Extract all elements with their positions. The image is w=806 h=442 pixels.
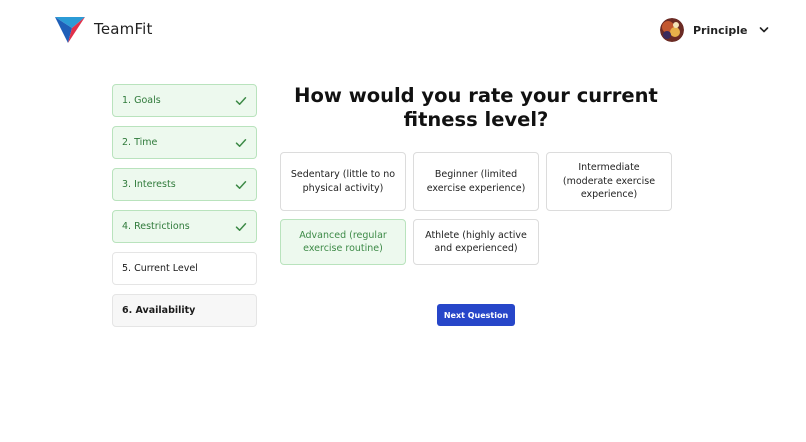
user-name: Principle <box>693 23 748 37</box>
step-interests[interactable]: 3. Interests <box>112 168 257 201</box>
step-goals[interactable]: 1. Goals <box>112 84 257 117</box>
next-question-button[interactable]: Next Question <box>437 304 515 326</box>
progress-steps: 1. Goals 2. Time 3. Interests 4. Restric… <box>112 84 257 336</box>
option-intermediate[interactable]: Intermediate (moderate exercise experien… <box>546 152 672 211</box>
check-icon <box>235 180 247 189</box>
user-menu[interactable]: Principle <box>660 17 770 43</box>
step-label: 4. Restrictions <box>122 221 190 232</box>
option-advanced[interactable]: Advanced (regular exercise routine) <box>280 219 406 265</box>
step-restrictions[interactable]: 4. Restrictions <box>112 210 257 243</box>
step-label: 1. Goals <box>122 95 161 106</box>
chevron-down-icon[interactable] <box>758 24 770 36</box>
user-avatar <box>660 18 684 42</box>
step-label: 5. Current Level <box>122 263 198 274</box>
app-header: TeamFit Principle <box>0 0 806 60</box>
teamfit-logo[interactable] <box>54 15 86 45</box>
option-beginner[interactable]: Beginner (limited exercise experience) <box>413 152 539 211</box>
check-icon <box>235 222 247 231</box>
step-availability[interactable]: 6. Availability <box>112 294 257 327</box>
check-icon <box>235 96 247 105</box>
step-label: 3. Interests <box>122 179 176 190</box>
step-label: 2. Time <box>122 137 158 148</box>
check-icon <box>235 138 247 147</box>
option-sedentary[interactable]: Sedentary (little to no physical activit… <box>280 152 406 211</box>
step-label: 6. Availability <box>122 305 196 316</box>
step-current-level[interactable]: 5. Current Level <box>112 252 257 285</box>
option-athlete[interactable]: Athlete (highly active and experienced) <box>413 219 539 265</box>
step-time[interactable]: 2. Time <box>112 126 257 159</box>
app-name: TeamFit <box>94 20 153 38</box>
question-title: How would you rate your current fitness … <box>294 84 658 131</box>
